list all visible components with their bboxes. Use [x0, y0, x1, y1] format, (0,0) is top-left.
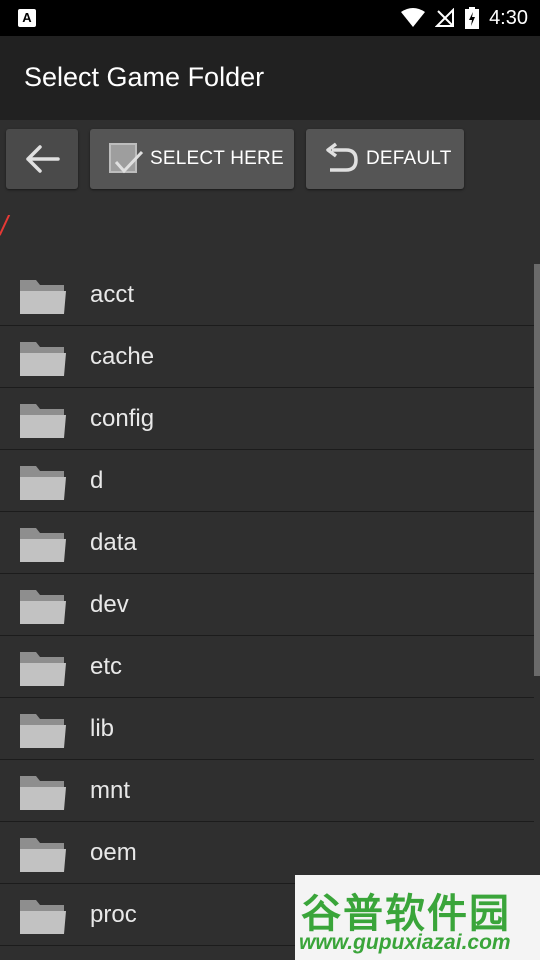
folder-row-dev[interactable]: dev — [0, 574, 534, 636]
status-time: 4:30 — [489, 6, 528, 29]
status-bar: A 4:30 — [0, 0, 540, 36]
folder-row-data[interactable]: data — [0, 512, 534, 574]
notification-icon: A — [18, 9, 36, 27]
folder-row-mnt[interactable]: mnt — [0, 760, 534, 822]
folder-icon — [20, 590, 66, 624]
select-here-button[interactable]: SELECT HERE — [90, 129, 294, 189]
folder-name: oem — [90, 839, 137, 866]
select-here-label: SELECT HERE — [150, 148, 284, 169]
current-path: / — [0, 210, 8, 241]
folder-icon — [20, 280, 66, 314]
folder-icon — [20, 714, 66, 748]
signal-off-icon — [435, 8, 455, 27]
folder-row-config[interactable]: config — [0, 388, 534, 450]
folder-name: data — [90, 529, 137, 556]
folder-icon — [20, 900, 66, 934]
folder-icon — [20, 776, 66, 810]
wifi-icon — [401, 8, 426, 27]
folder-row-lib[interactable]: lib — [0, 698, 534, 760]
folder-icon — [20, 838, 66, 872]
folder-list: acct cache config d data dev etc lib mnt… — [0, 264, 534, 946]
folder-row-cache[interactable]: cache — [0, 326, 534, 388]
page-title: Select Game Folder — [24, 62, 265, 92]
arrow-left-icon — [26, 145, 60, 173]
watermark-url: www.gupuxiazai.com — [299, 931, 511, 954]
folder-name: acct — [90, 281, 135, 308]
folder-name: mnt — [90, 777, 131, 804]
checkbox-check-icon — [109, 143, 144, 174]
battery-charging-icon — [465, 7, 480, 29]
folder-name: config — [90, 405, 155, 432]
folder-name: d — [90, 467, 104, 494]
folder-row-acct[interactable]: acct — [0, 264, 534, 326]
folder-icon — [20, 466, 66, 500]
folder-name: lib — [90, 715, 115, 742]
folder-name: cache — [90, 343, 155, 370]
folder-icon — [20, 404, 66, 438]
folder-icon — [20, 342, 66, 376]
default-button[interactable]: DEFAULT — [306, 129, 464, 189]
back-button[interactable] — [6, 129, 78, 189]
scrollbar[interactable] — [534, 264, 540, 676]
title-bar: Select Game Folder — [0, 36, 540, 120]
toolbar: SELECT HERE DEFAULT — [0, 120, 540, 200]
folder-row-etc[interactable]: etc — [0, 636, 534, 698]
undo-icon — [326, 142, 358, 172]
folder-icon — [20, 528, 66, 562]
folder-icon — [20, 652, 66, 686]
watermark: 谷普软件园 www.gupuxiazai.com — [295, 875, 540, 960]
default-label: DEFAULT — [366, 148, 452, 169]
folder-name: proc — [90, 901, 137, 928]
folder-row-d[interactable]: d — [0, 450, 534, 512]
folder-name: etc — [90, 653, 123, 680]
folder-name: dev — [90, 591, 129, 618]
